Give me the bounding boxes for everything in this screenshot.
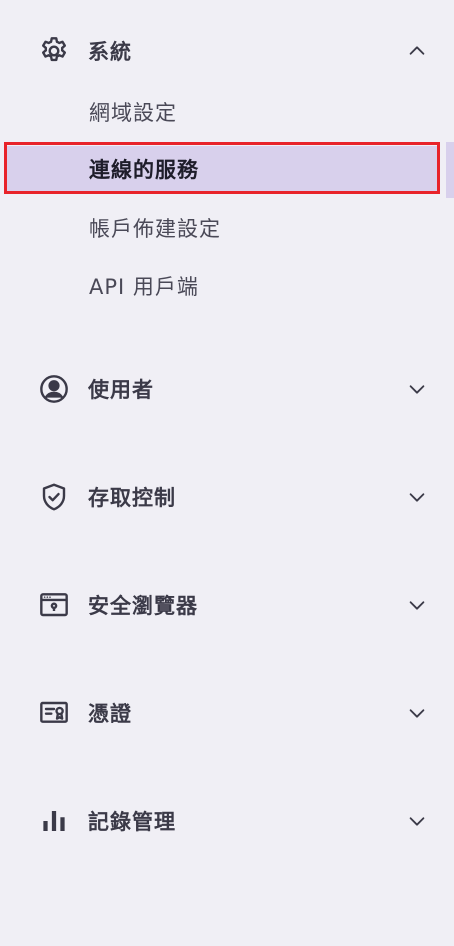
sidebar-section-label: 記錄管理 [88, 810, 176, 834]
sidebar-item-label: 網域設定 [89, 101, 177, 125]
sidebar-section-label: 安全瀏覽器 [88, 594, 198, 618]
sidebar-item-api-clients[interactable]: API 用戶端 [0, 264, 454, 308]
chevron-down-icon [404, 484, 430, 510]
sidebar-item-domain-settings[interactable]: 網域設定 [0, 90, 454, 134]
certificate-icon [37, 696, 71, 730]
chevron-down-icon [404, 700, 430, 726]
bar-chart-icon [37, 804, 71, 838]
sidebar-section-log-management[interactable]: 記錄管理 [0, 796, 454, 846]
sidebar-section-secure-browser[interactable]: 安全瀏覽器 [0, 580, 454, 630]
sidebar-nav: 系統 網域設定 連線的服務 帳戶佈建設定 API 用戶端 使用者 存取控制 安全… [0, 0, 454, 946]
chevron-down-icon [404, 376, 430, 402]
sidebar-section-users[interactable]: 使用者 [0, 364, 454, 414]
sidebar-section-label: 存取控制 [88, 486, 176, 510]
chevron-down-icon [404, 808, 430, 834]
chevron-up-icon [404, 38, 430, 64]
sidebar-item-account-provisioning[interactable]: 帳戶佈建設定 [0, 206, 454, 250]
browser-window-icon [37, 588, 71, 622]
sidebar-item-label: 連線的服務 [89, 158, 199, 182]
sidebar-item-connected-services[interactable]: 連線的服務 [6, 146, 438, 192]
active-indicator [446, 142, 454, 198]
sidebar-section-label: 系統 [88, 40, 132, 64]
shield-check-icon [37, 480, 71, 514]
chevron-down-icon [404, 592, 430, 618]
sidebar-section-credentials[interactable]: 憑證 [0, 688, 454, 738]
user-circle-icon [37, 372, 71, 406]
gear-icon [37, 34, 71, 68]
sidebar-section-label: 憑證 [88, 702, 132, 726]
sidebar-section-access-control[interactable]: 存取控制 [0, 472, 454, 522]
sidebar-item-label: 帳戶佈建設定 [89, 217, 221, 241]
sidebar-item-label: API 用戶端 [89, 275, 199, 299]
sidebar-section-label: 使用者 [88, 378, 154, 402]
sidebar-section-system[interactable]: 系統 [0, 26, 454, 76]
